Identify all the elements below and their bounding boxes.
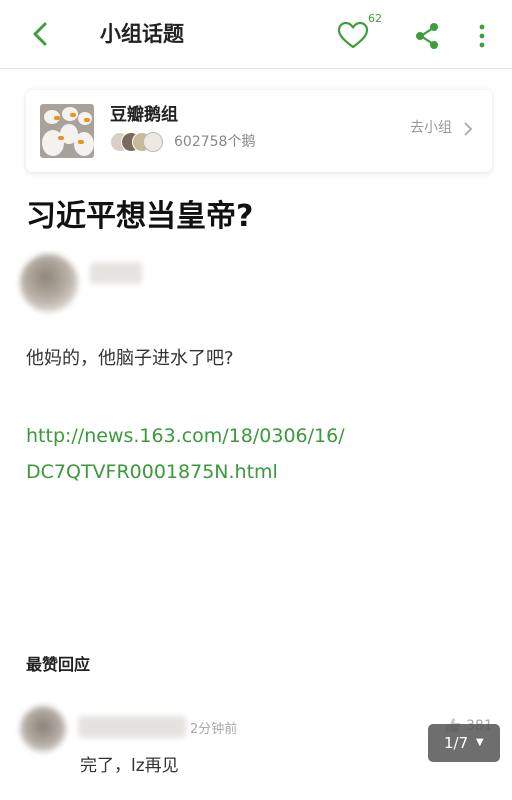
post-title: 习近平想当皇帝? bbox=[26, 199, 254, 234]
reply-text: 完了，lz再见 bbox=[80, 756, 179, 776]
member-avatars bbox=[110, 132, 170, 152]
reply-time: 2分钟前 bbox=[190, 722, 238, 737]
more-options-button[interactable] bbox=[472, 20, 492, 52]
back-arrow-icon bbox=[33, 22, 47, 46]
post-link[interactable]: http://news.163.com/18/0306/16/ DC7QTVFR… bbox=[26, 418, 345, 490]
caret-down-icon: ▼ bbox=[476, 737, 484, 748]
go-to-group-link[interactable]: 去小组 bbox=[410, 118, 452, 138]
like-button[interactable] bbox=[336, 20, 370, 50]
share-icon bbox=[416, 23, 438, 49]
like-count: 62 bbox=[368, 12, 382, 25]
reply-author-name[interactable] bbox=[78, 716, 186, 738]
back-button[interactable] bbox=[26, 18, 56, 50]
heart-icon bbox=[337, 21, 369, 49]
page-indicator-label: 1/7 bbox=[444, 734, 469, 752]
page-indicator[interactable]: 1/7 ▼ bbox=[428, 724, 500, 762]
more-icon bbox=[479, 24, 485, 48]
post-link-line-2[interactable]: DC7QTVFR0001875N.html bbox=[26, 454, 345, 490]
page-title: 小组话题 bbox=[100, 22, 184, 46]
share-button[interactable] bbox=[412, 20, 442, 52]
top-replies-heading: 最赞回应 bbox=[26, 655, 91, 674]
group-thumbnail bbox=[40, 104, 94, 158]
post-link-line-1[interactable]: http://news.163.com/18/0306/16/ bbox=[26, 418, 345, 454]
post-body: 他妈的，他脑子进水了吧? bbox=[26, 348, 234, 369]
member-count: 602758个鹅 bbox=[174, 134, 256, 150]
group-name: 豆瓣鹅组 bbox=[110, 105, 178, 125]
group-card[interactable]: 豆瓣鹅组 602758个鹅 去小组 bbox=[26, 90, 492, 172]
author-avatar[interactable] bbox=[20, 254, 78, 312]
author-name[interactable] bbox=[90, 262, 142, 284]
chevron-right-icon bbox=[464, 122, 473, 136]
top-bar: 小组话题 62 bbox=[0, 0, 512, 69]
reply-avatar[interactable] bbox=[20, 706, 66, 752]
